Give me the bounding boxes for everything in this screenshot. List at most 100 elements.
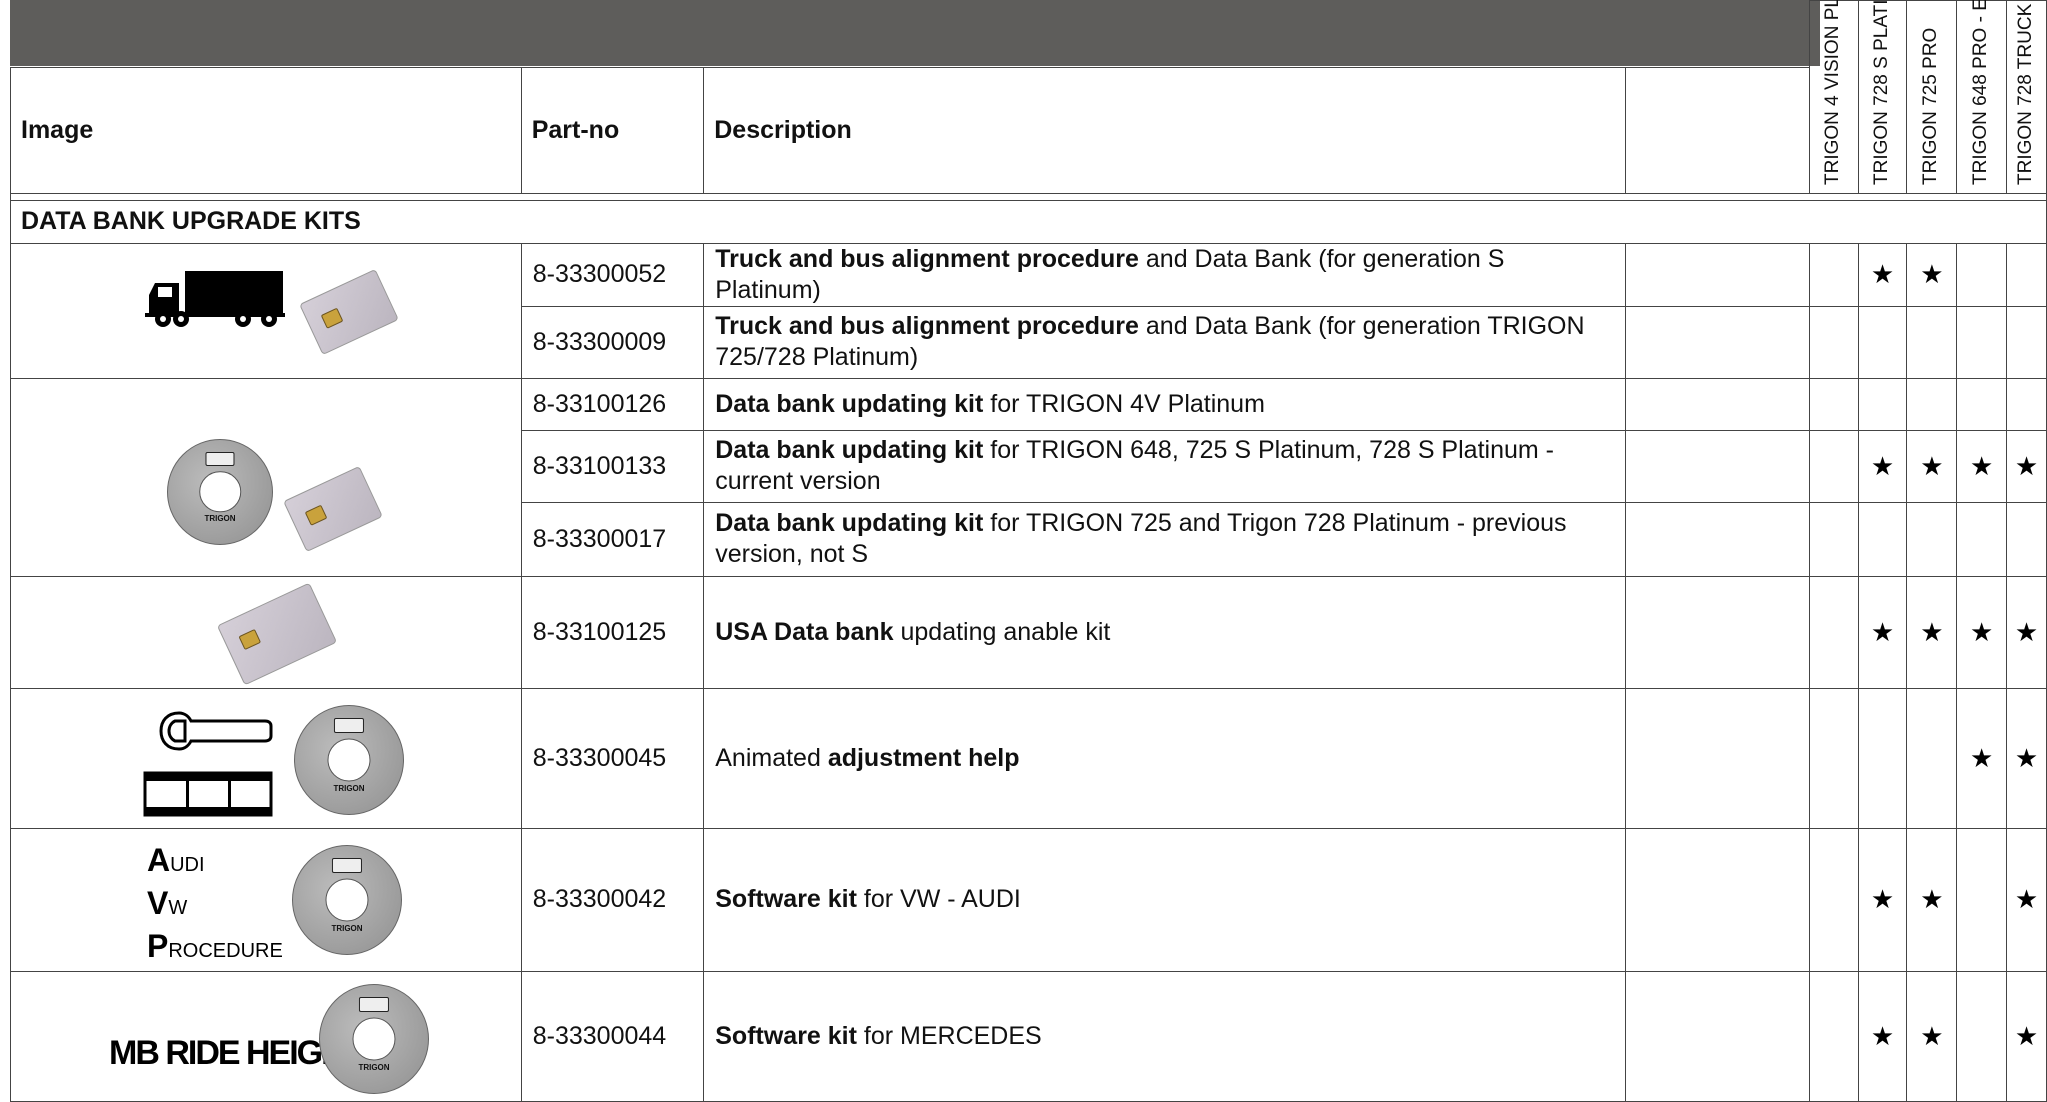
star-cell: ★ [1956, 687, 2008, 829]
col-description-header: Description [703, 66, 1627, 194]
star-cell [1809, 377, 1859, 431]
star-cell [1857, 687, 1908, 829]
description-rest: for VW - AUDI [856, 885, 1021, 913]
description-bold: adjustment help [827, 743, 1020, 772]
header-divider [10, 192, 2047, 201]
star-cell [1809, 242, 1859, 307]
star-cell [1809, 575, 1859, 689]
star-cell [1906, 501, 1958, 577]
star-cell [1809, 429, 1859, 503]
table-row: MB RIDE HEIGHT TRIGON 8-33300044 Softwar… [10, 970, 2047, 1102]
star-cell [1956, 377, 2008, 431]
description-bold: Software kit [715, 885, 857, 913]
cd-icon: TRIGON [167, 438, 273, 545]
star-cell [1809, 305, 1859, 379]
blank-cell [1625, 305, 1811, 379]
section-title: DATA BANK UPGRADE KITS [10, 199, 2047, 244]
description: USA Data bank updating anable kit [703, 575, 1627, 689]
description-bold: Data bank updating kit [715, 436, 984, 464]
star-icon: ★ [1870, 616, 1895, 647]
star-icon: ★ [2014, 450, 2039, 481]
cd-label: TRIGON [204, 514, 236, 524]
star-cell: ★ [2006, 827, 2047, 972]
description: Data bank updating kit for TRIGON 725 an… [703, 501, 1627, 577]
star-cell [1809, 501, 1859, 577]
image-sim [10, 575, 522, 689]
part-no: 8-33300009 [520, 305, 705, 379]
star-cell [1956, 305, 2008, 379]
parts-table: TRIGON 4 VISION PL TRIGON 728 S PLATIN T… [10, 0, 2047, 1102]
star-icon: ★ [2014, 616, 2039, 647]
description-rest: updating anable kit [893, 617, 1111, 646]
star-cell [1956, 242, 2008, 307]
blank-cell [1625, 242, 1811, 307]
model-col-5: TRIGON 728 TRUCK [2006, 0, 2047, 194]
star-cell: ★ [1857, 575, 1908, 689]
image-cd-sim: TRIGON [10, 377, 522, 577]
description: Truck and bus alignment procedure and Da… [703, 305, 1627, 379]
table-row: AUDI VW PROCEDURE TRIGON 8-33300042 Soft… [10, 827, 2047, 972]
model-col-1: TRIGON 4 VISION PL [1809, 0, 1859, 194]
table-row: TRIGON 8-33100126 Data bank updating kit… [10, 377, 2047, 577]
model-label: TRIGON 728 TRUCK [2014, 3, 2036, 185]
description: Software kit for MERCEDES [703, 970, 1627, 1102]
star-cell [1956, 501, 2008, 577]
cd-label: TRIGON [331, 924, 363, 934]
description-bold: Data bank updating kit [715, 389, 984, 418]
part-no: 8-33100126 [520, 377, 705, 431]
star-icon: ★ [2014, 742, 2039, 773]
description-bold: Software kit [715, 1021, 857, 1050]
model-col-2: TRIGON 728 S PLATIN [1857, 0, 1908, 194]
image-truck-sim [10, 242, 522, 379]
image-vw-audi-cd: AUDI VW PROCEDURE TRIGON [10, 827, 522, 972]
star-cell: ★ [2006, 429, 2047, 503]
star-icon: ★ [1969, 742, 1994, 773]
description: Data bank updating kit for TRIGON 648, 7… [703, 429, 1627, 503]
description: Animated adjustment help [703, 687, 1627, 829]
blank-cell [1625, 377, 1811, 431]
star-icon: ★ [1920, 450, 1944, 481]
star-cell [2006, 305, 2047, 379]
description-bold: Truck and bus alignment procedure [715, 244, 1139, 273]
star-cell: ★ [2006, 575, 2047, 689]
model-label: TRIGON 4 VISION PL [1821, 0, 1843, 185]
header-bar-cell [11, 1, 1810, 68]
star-cell: ★ [1857, 970, 1908, 1102]
sim-card-icon [216, 582, 338, 685]
cd-icon: TRIGON [292, 844, 402, 955]
star-icon: ★ [1870, 450, 1895, 481]
star-cell: ★ [1906, 575, 1958, 689]
sim-card-icon [299, 268, 399, 355]
cd-label: TRIGON [333, 784, 365, 794]
blank-cell [1625, 827, 1811, 972]
vw-audi-procedure-logo: AUDI VW PROCEDURE [147, 841, 283, 964]
star-cell [2006, 242, 2047, 307]
description-bold: Data bank updating kit [715, 509, 984, 537]
model-label: TRIGON 728 S PLATIN [1870, 0, 1892, 185]
star-cell: ★ [1956, 575, 2008, 689]
star-cell: ★ [1956, 429, 2008, 503]
image-mb-cd: MB RIDE HEIGHT TRIGON [10, 970, 522, 1102]
star-cell: ★ [1857, 242, 1908, 307]
model-col-3: TRIGON 725 PRO [1906, 0, 1958, 194]
star-icon: ★ [1969, 450, 1994, 481]
description: Data bank updating kit for TRIGON 4V Pla… [703, 377, 1627, 431]
table-row: 8-33100125 USA Data bank updating anable… [10, 575, 2047, 689]
wrench-icon [159, 710, 273, 751]
star-cell: ★ [1857, 827, 1908, 972]
sim-card-icon [283, 465, 383, 552]
star-cell [1906, 377, 1958, 431]
star-cell [1857, 305, 1908, 379]
star-cell [1809, 970, 1859, 1102]
part-no: 8-33300044 [520, 970, 705, 1102]
star-icon: ★ [1870, 259, 1895, 289]
blank-cell [1625, 429, 1811, 503]
star-icon: ★ [1920, 1020, 1944, 1051]
cd-icon: TRIGON [294, 704, 404, 815]
cd-label: TRIGON [358, 1063, 390, 1073]
star-icon: ★ [2014, 1020, 2039, 1051]
blank-cell [1625, 970, 1811, 1102]
star-cell: ★ [2006, 970, 2047, 1102]
star-icon: ★ [1920, 259, 1944, 289]
model-label: TRIGON 725 PRO [1919, 27, 1941, 185]
